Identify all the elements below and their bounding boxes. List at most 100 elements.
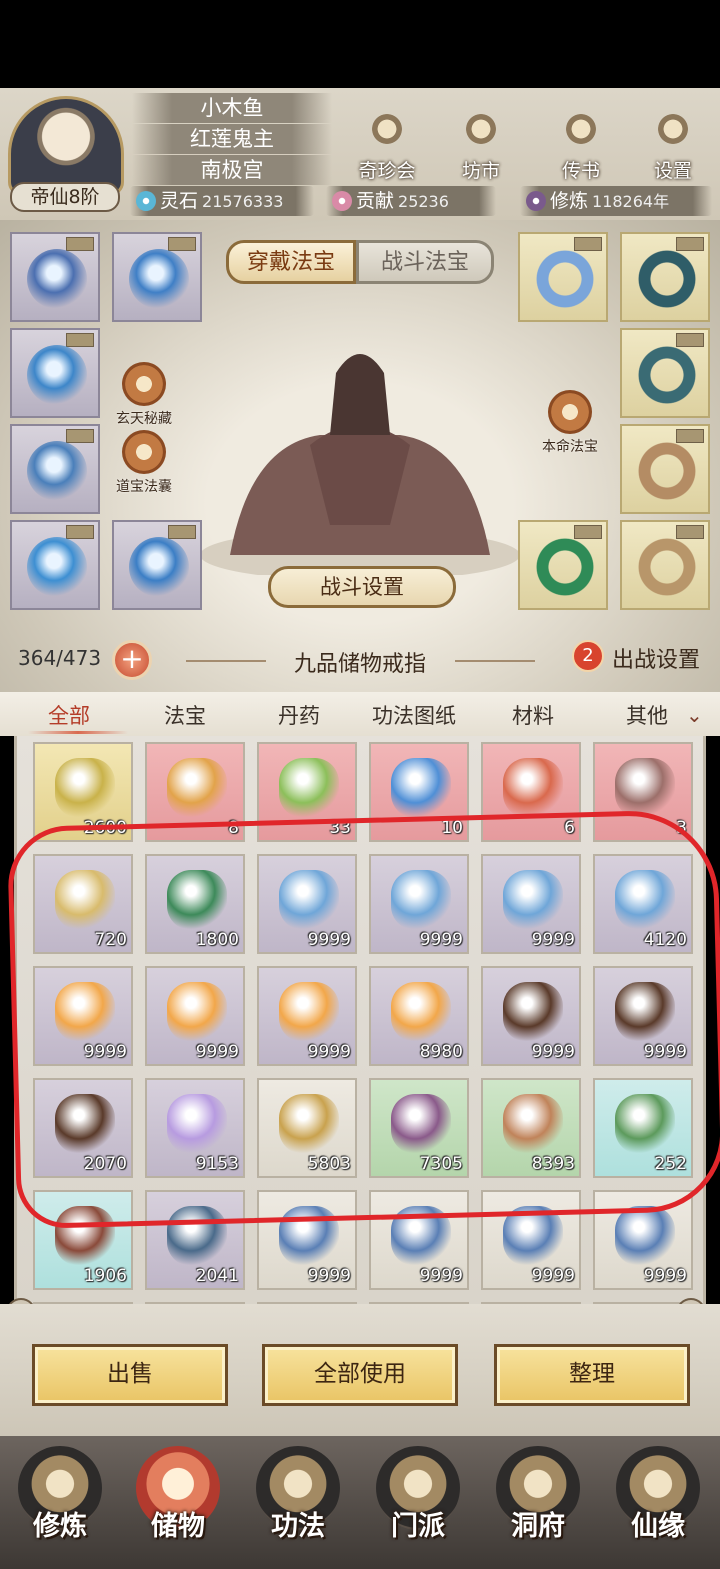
item-slot[interactable]: 9999 xyxy=(145,966,245,1066)
nav-cultivate-label: 修炼 xyxy=(33,1511,87,1542)
item-slot[interactable]: 1800 xyxy=(145,854,245,954)
tab-technique-scrolls[interactable]: 功法图纸 xyxy=(372,700,456,730)
equip-slot-boots[interactable] xyxy=(112,520,202,610)
lock-icon xyxy=(676,525,704,539)
equip-slot-armor[interactable] xyxy=(10,328,100,418)
item-slot[interactable]: 4120 xyxy=(593,854,693,954)
equip-slot-pants[interactable] xyxy=(10,520,100,610)
expand-capacity-button[interactable]: + xyxy=(112,640,152,680)
lock-icon xyxy=(66,333,94,347)
item-icon xyxy=(279,1094,339,1154)
boots-icon xyxy=(129,537,189,597)
item-slot[interactable]: 252 xyxy=(593,1078,693,1178)
item-slot[interactable]: 6 xyxy=(481,742,581,842)
item-icon xyxy=(55,1094,115,1154)
sort-button[interactable]: 整理 xyxy=(494,1344,690,1406)
player-title: 红莲鬼主 xyxy=(132,124,332,154)
sortie-settings-button[interactable]: 出战设置 xyxy=(612,642,700,674)
item-slot[interactable]: 3 xyxy=(593,742,693,842)
contribution-resource: 贡献 25236 xyxy=(326,186,496,216)
item-slot[interactable]: 9153 xyxy=(145,1078,245,1178)
chevron-down-icon[interactable]: ⌄ xyxy=(686,703,703,727)
item-slot[interactable]: 9999 xyxy=(481,854,581,954)
market-label: 坊市 xyxy=(461,160,500,182)
equip-slot-ring-1[interactable] xyxy=(518,232,608,322)
nav-cave[interactable]: 洞府 xyxy=(482,1446,594,1562)
equip-slot-ring-4[interactable] xyxy=(620,424,710,514)
contribution-label: 贡献 xyxy=(356,190,395,212)
item-slot[interactable]: 2600 xyxy=(33,742,133,842)
cultivation-label: 修炼 xyxy=(550,190,589,212)
item-icon xyxy=(503,758,563,818)
equip-slot-ring-2[interactable] xyxy=(620,232,710,322)
ring-icon xyxy=(535,537,595,597)
mystic-treasury-button[interactable]: 玄天秘藏 xyxy=(104,362,184,428)
message-button[interactable]: 传书 xyxy=(546,104,616,188)
nav-immortal-fate[interactable]: 仙缘 xyxy=(602,1446,714,1562)
armor-icon xyxy=(27,345,87,405)
tab-materials[interactable]: 材料 xyxy=(512,700,554,730)
item-icon xyxy=(55,1206,115,1266)
item-icon xyxy=(55,758,115,818)
tab-treasures[interactable]: 法宝 xyxy=(164,700,206,730)
item-slot[interactable]: 9999 xyxy=(481,966,581,1066)
item-slot[interactable]: 2041 xyxy=(145,1190,245,1290)
item-icon xyxy=(615,1094,675,1154)
item-slot[interactable]: 9999 xyxy=(257,1190,357,1290)
equip-slot-helmet[interactable] xyxy=(112,232,202,322)
item-slot[interactable]: 8 xyxy=(145,742,245,842)
natal-treasure-button[interactable]: 本命法宝 xyxy=(530,390,610,456)
item-slot[interactable]: 33 xyxy=(257,742,357,842)
tab-all[interactable]: 全部 xyxy=(48,700,90,730)
ring-icon xyxy=(637,537,697,597)
tab-battle-treasures[interactable]: 战斗法宝 xyxy=(356,240,494,284)
nav-cave-label: 洞府 xyxy=(511,1511,565,1542)
nav-cultivate[interactable]: 修炼 xyxy=(4,1446,116,1562)
item-icon xyxy=(615,870,675,930)
contribution-icon xyxy=(332,191,352,211)
nav-sect[interactable]: 门派 xyxy=(362,1446,474,1562)
spirit-stone-label: 灵石 xyxy=(160,190,199,212)
item-slot[interactable]: 720 xyxy=(33,854,133,954)
item-slot[interactable]: 5803 xyxy=(257,1078,357,1178)
use-all-button[interactable]: 全部使用 xyxy=(262,1344,458,1406)
treasure-bag-button[interactable]: 道宝法囊 xyxy=(104,430,184,496)
item-icon xyxy=(279,870,339,930)
treasure-pavilion-button[interactable]: 奇珍会 xyxy=(352,104,422,188)
item-count: 9999 xyxy=(531,1042,575,1062)
item-slot[interactable]: 9999 xyxy=(481,1190,581,1290)
equip-slot-ring-5[interactable] xyxy=(518,520,608,610)
item-slot[interactable]: 9999 xyxy=(369,1190,469,1290)
item-slot[interactable]: 8393 xyxy=(481,1078,581,1178)
natal-treasure-label: 本命法宝 xyxy=(542,439,598,455)
item-slot[interactable]: 9999 xyxy=(369,854,469,954)
item-count: 9999 xyxy=(531,1266,575,1286)
tab-pills[interactable]: 丹药 xyxy=(278,700,320,730)
item-slot[interactable]: 1906 xyxy=(33,1190,133,1290)
lock-icon xyxy=(168,525,196,539)
active-tab-underline xyxy=(28,731,128,734)
item-slot[interactable]: 10 xyxy=(369,742,469,842)
item-slot[interactable]: 9999 xyxy=(33,966,133,1066)
sell-button[interactable]: 出售 xyxy=(32,1344,228,1406)
item-slot[interactable]: 9999 xyxy=(257,966,357,1066)
nav-technique[interactable]: 功法 xyxy=(242,1446,354,1562)
equip-slot-necklace[interactable] xyxy=(10,232,100,322)
item-slot[interactable]: 9999 xyxy=(257,854,357,954)
tab-other[interactable]: 其他 xyxy=(626,700,668,730)
equip-slot-ring-3[interactable] xyxy=(620,328,710,418)
tab-wearing-treasures[interactable]: 穿戴法宝 xyxy=(226,240,356,284)
item-slot[interactable]: 9999 xyxy=(593,966,693,1066)
item-slot[interactable]: 7305 xyxy=(369,1078,469,1178)
battle-settings-button[interactable]: 战斗设置 xyxy=(268,566,456,608)
equip-slot-bracer[interactable] xyxy=(10,424,100,514)
item-slot[interactable]: 2070 xyxy=(33,1078,133,1178)
item-slot[interactable]: 8980 xyxy=(369,966,469,1066)
market-button[interactable]: 坊市 xyxy=(446,104,516,188)
equip-slot-ring-6[interactable] xyxy=(620,520,710,610)
item-slot[interactable]: 9999 xyxy=(593,1190,693,1290)
lock-icon xyxy=(66,429,94,443)
nav-storage[interactable]: 储物 xyxy=(122,1446,234,1562)
settings-button[interactable]: 设置 xyxy=(638,104,708,188)
item-icon xyxy=(615,982,675,1042)
